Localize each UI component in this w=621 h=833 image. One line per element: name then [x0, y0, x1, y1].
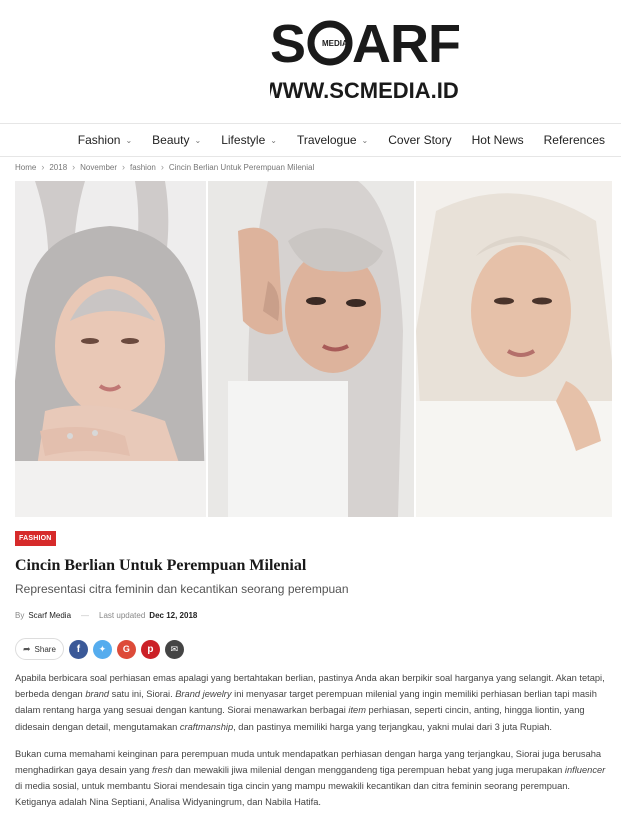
meta-separator: —: [81, 611, 90, 620]
pinterest-icon: p: [147, 643, 154, 655]
logo-s: S: [270, 14, 306, 74]
chevron-right-icon: ›: [160, 162, 164, 172]
chevron-down-icon: ⌄: [125, 135, 133, 145]
photo-panel-2: [208, 181, 414, 517]
article-title: Cincin Berlian Untuk Perempuan Milenial: [15, 557, 307, 574]
logo-url: WWW.SCMEDIA.ID: [270, 78, 459, 103]
nav-item-references[interactable]: References: [534, 133, 615, 147]
category-badge[interactable]: FASHION: [15, 531, 56, 546]
chevron-right-icon: ›: [41, 162, 45, 172]
nav-item-beauty[interactable]: Beauty ⌄: [142, 133, 211, 147]
breadcrumb-category[interactable]: fashion: [130, 163, 156, 172]
share-bar: ➦ Share f ✦ G p ✉: [15, 638, 184, 660]
by-label: By: [15, 611, 25, 620]
breadcrumb-current: Cincin Berlian Untuk Perempuan Milenial: [168, 162, 315, 172]
chevron-down-icon: ⌄: [361, 135, 369, 145]
site-logo[interactable]: S MEDIA ARF WWW.SCMEDIA.ID: [270, 12, 485, 108]
share-label: Share: [34, 644, 56, 654]
chevron-down-icon: ⌄: [194, 135, 202, 145]
breadcrumb-home[interactable]: Home: [15, 163, 36, 172]
google-icon: G: [122, 644, 130, 654]
article-paragraph-2: Bukan cuma memahami keinginan para perem…: [15, 748, 606, 808]
main-nav: Fashion ⌄ Beauty ⌄ Lifestyle ⌄ Travelogue ⌄ …: [0, 124, 621, 156]
nav-item-travelogue[interactable]: Travelogue ⌄: [287, 133, 378, 147]
site-header: S MEDIA ARF WWW.SCMEDIA.ID: [0, 0, 621, 123]
photo-panel-1: [15, 181, 206, 517]
logo-badge: MEDIA: [322, 39, 348, 48]
nav-divider: [0, 156, 621, 157]
article-meta: By Scarf Media — Last updated Dec 12, 20…: [15, 611, 197, 620]
twitter-share-button[interactable]: ✦: [92, 639, 112, 659]
nav-item-fashion[interactable]: Fashion ⌄: [68, 133, 142, 147]
chevron-down-icon: ⌄: [270, 135, 277, 145]
email-icon: ✉: [170, 643, 179, 654]
nav-item-cover-story[interactable]: Cover Story: [378, 133, 461, 147]
article-subtitle: Representasi citra feminin dan kecantika…: [15, 582, 349, 596]
photo-panel-3: [416, 181, 612, 517]
nav-item-hot-news[interactable]: Hot News: [462, 133, 534, 147]
facebook-icon: f: [76, 643, 81, 655]
article-body: Apabila berbicara soal perhiasan emas ap…: [15, 670, 611, 822]
updated-label: Last updated: [99, 611, 146, 620]
share-button[interactable]: ➦ Share: [15, 638, 64, 660]
article-date: Dec 12, 2018: [149, 611, 198, 620]
share-icon: ➦: [23, 643, 31, 654]
featured-image: [15, 181, 612, 517]
facebook-share-button[interactable]: f: [68, 639, 88, 659]
twitter-icon: ✦: [98, 643, 107, 654]
chevron-right-icon: ›: [122, 162, 126, 172]
article-paragraph-1: Apabila berbicara soal perhiasan emas ap…: [15, 673, 605, 732]
google-share-button[interactable]: G: [116, 639, 136, 659]
svg-text:ARF: ARF: [352, 14, 460, 74]
breadcrumb: Home › 2018 › November › fashion › Cinci…: [15, 162, 314, 172]
breadcrumb-year[interactable]: 2018: [49, 163, 67, 172]
nav-item-lifestyle[interactable]: Lifestyle ⌄: [211, 133, 287, 147]
author-link[interactable]: Scarf Media: [28, 611, 71, 620]
email-share-button[interactable]: ✉: [164, 639, 184, 659]
chevron-right-icon: ›: [72, 162, 76, 172]
breadcrumb-month[interactable]: November: [80, 163, 117, 172]
pinterest-share-button[interactable]: p: [140, 639, 160, 659]
